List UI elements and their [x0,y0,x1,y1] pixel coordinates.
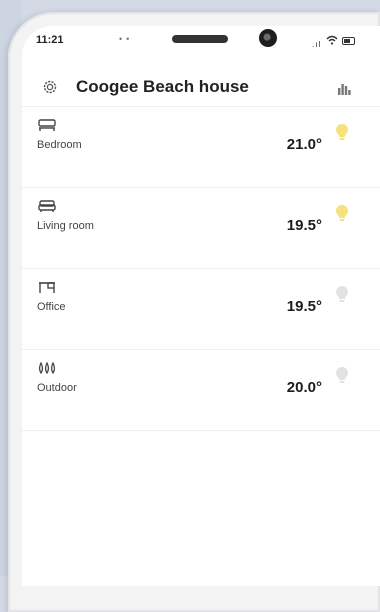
bed-icon [38,119,56,131]
room-name: Living room [37,220,94,232]
lightbulb-icon[interactable] [335,204,349,222]
room-temperature: 20.0° [286,379,322,396]
sofa-icon [38,200,56,212]
signal-icon: .ıl [312,40,322,49]
house-title: Coogee Beach house [76,77,249,96]
gear-icon[interactable] [42,79,58,95]
room-row-office[interactable]: Office 19.5° [22,269,380,350]
room-row-bedroom[interactable]: Bedroom 21.0° [22,107,380,188]
lightbulb-icon[interactable] [335,285,349,303]
room-name: Office [37,301,66,313]
room-temperature: 21.0° [286,136,322,153]
desk-icon [39,282,55,293]
battery-icon [342,37,355,45]
room-temperature: 19.5° [286,217,322,234]
room-row-living-room[interactable]: Living room 19.5° [22,188,380,269]
speaker-grille [172,35,228,43]
status-icons: .ıl [312,35,372,49]
front-camera [259,29,277,47]
speaker-dots: •• [119,34,134,44]
room-name: Bedroom [37,139,82,151]
status-bar: 11:21 •• .ıl [22,26,380,66]
status-time: 11:21 [36,34,64,46]
lightbulb-icon[interactable] [335,366,349,384]
room-name: Outdoor [37,382,77,394]
plants-icon [38,362,56,374]
bar-chart-icon[interactable] [337,81,351,95]
room-row-outdoor[interactable]: Outdoor 20.0° [22,350,380,431]
wifi-icon [326,35,338,45]
room-temperature: 19.5° [286,298,322,315]
app-header: Coogee Beach house [22,66,380,107]
app-screen: 11:21 •• .ıl Coogee Beach house Bedroom … [22,26,380,586]
lightbulb-icon[interactable] [335,123,349,141]
